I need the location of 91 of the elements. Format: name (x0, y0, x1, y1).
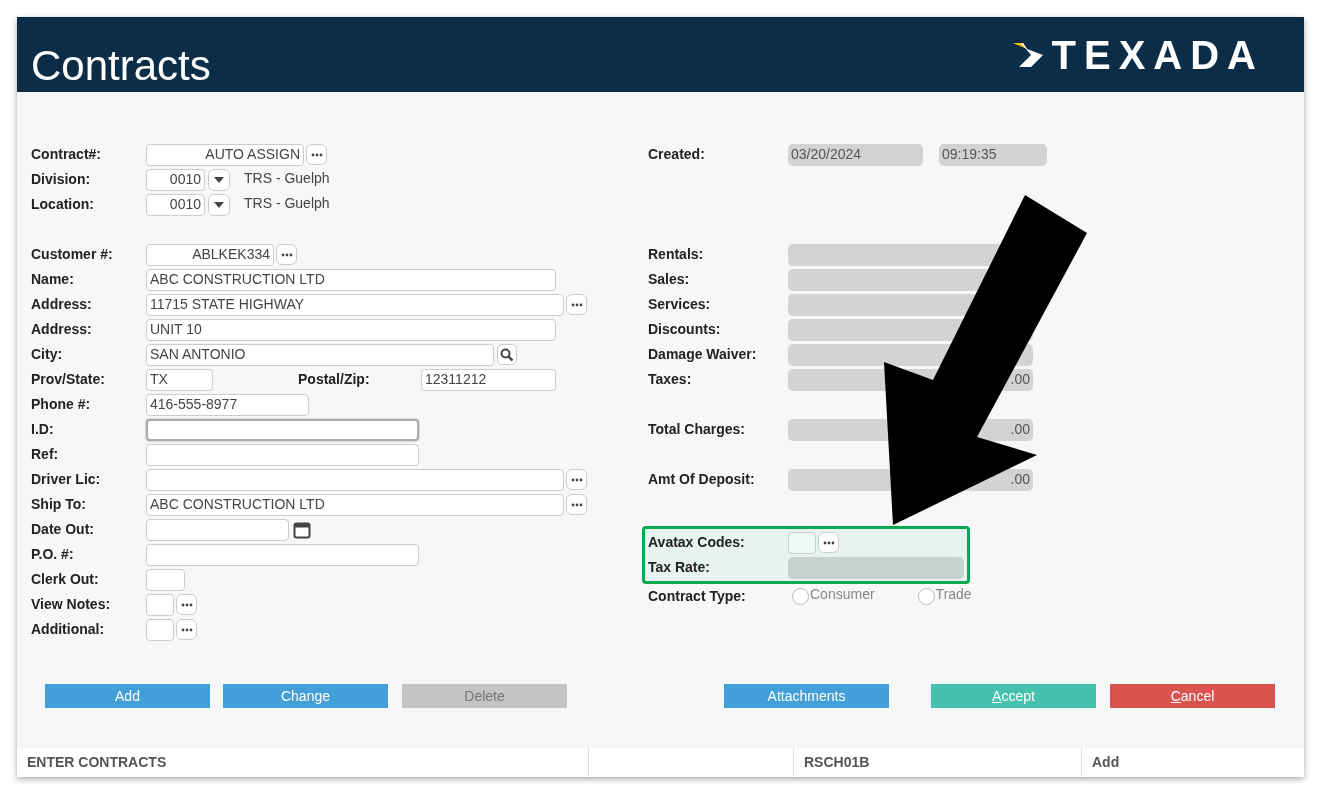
readonly-field: 03/20/2024 (788, 143, 923, 166)
field-label: Customer #: (31, 245, 114, 264)
input-field[interactable] (146, 618, 174, 641)
field-label: Contract#: (31, 145, 102, 164)
input-field[interactable] (146, 418, 419, 441)
field-label: Date Out: (31, 520, 95, 539)
calendar-icon (293, 520, 311, 539)
field-label: Sales: (648, 270, 691, 289)
input-field[interactable] (146, 518, 289, 541)
field-label: View Notes: (31, 595, 112, 614)
field-label: Address: (31, 295, 93, 314)
input-field[interactable] (146, 568, 185, 591)
input-field[interactable] (146, 443, 419, 466)
field-label: Avatax Codes: (648, 533, 746, 552)
field-label: Location: (31, 195, 95, 214)
search-button[interactable] (497, 344, 517, 365)
field-label: Amt Of Deposit: (648, 470, 756, 489)
input-field[interactable] (146, 543, 419, 566)
more-button[interactable] (306, 144, 327, 165)
radio-label: Trade (935, 585, 972, 604)
field-label: City: (31, 345, 64, 364)
dropdown-button[interactable] (208, 168, 230, 191)
field-label: Postal/Zip: (298, 370, 371, 389)
field-label: Damage Waiver: (648, 345, 758, 364)
field-label: Division: (31, 170, 92, 189)
more-button[interactable] (176, 619, 197, 640)
field-label: Contract Type: (648, 587, 747, 606)
input-field[interactable]: 12311212 (421, 368, 556, 391)
input-field[interactable]: ABC CONSTRUCTION LTD (146, 493, 564, 516)
more-button[interactable] (176, 594, 197, 615)
field-label: Created: (648, 145, 706, 164)
field-label: I.D: (31, 420, 55, 439)
action-button[interactable]: Cancel (1110, 684, 1275, 708)
field-label: Address: (31, 320, 93, 339)
field-label: Ref: (31, 445, 60, 464)
field-label: Prov/State: (31, 370, 106, 389)
more-button[interactable] (276, 244, 297, 265)
dots-icon (570, 502, 583, 507)
logo-chevron-icon (1011, 40, 1044, 69)
dropdown-button[interactable] (208, 193, 230, 216)
description-text: TRS - Guelph (244, 194, 330, 213)
input-field[interactable]: ABC CONSTRUCTION LTD (146, 268, 556, 291)
field-label: P.O. #: (31, 545, 75, 564)
more-button[interactable] (566, 494, 587, 515)
field-label: Tax Rate: (648, 558, 711, 577)
input-field[interactable]: TX (146, 368, 213, 391)
field-label: Additional: (31, 620, 106, 639)
dots-icon (822, 540, 835, 545)
more-button[interactable] (566, 469, 587, 490)
input-field[interactable]: SAN ANTONIO (146, 343, 494, 366)
dots-icon (310, 152, 323, 157)
field-label: Ship To: (31, 495, 87, 514)
logo-text: TEXADA (1051, 34, 1264, 75)
input-field[interactable]: UNIT 10 (146, 318, 556, 341)
dots-icon (570, 302, 583, 307)
dots-icon (180, 627, 193, 632)
description-text: TRS - Guelph (244, 169, 330, 188)
radio-button[interactable] (917, 588, 935, 605)
dots-icon (570, 477, 583, 482)
field-label: Total Charges: (648, 420, 746, 439)
radio-label: Consumer (810, 585, 875, 604)
field-label: Phone #: (31, 395, 92, 414)
status-text: ENTER CONTRACTS (27, 753, 167, 772)
input-field[interactable]: 0010 (146, 193, 205, 216)
more-button[interactable] (818, 532, 839, 553)
readonly-field: 09:19:35 (939, 143, 1047, 166)
caret-icon (214, 201, 224, 208)
more-button[interactable] (566, 294, 587, 315)
status-text: RSCH01B (804, 753, 870, 772)
field-label: Discounts: (648, 320, 722, 339)
caret-icon (214, 176, 224, 183)
input-field[interactable] (146, 593, 174, 616)
dots-icon (280, 252, 293, 257)
input-field[interactable]: 0010 (146, 168, 205, 191)
status-text: Add (1092, 753, 1120, 772)
page-title: Contracts (31, 42, 211, 91)
field-label: Rentals: (648, 245, 705, 264)
field-label: Taxes: (648, 370, 693, 389)
dots-icon (180, 602, 193, 607)
input-field[interactable]: 11715 STATE HIGHWAY (146, 293, 564, 316)
field-label: Services: (648, 295, 712, 314)
input-field[interactable]: ABLKEK334 (146, 243, 274, 266)
field-label: Name: (31, 270, 75, 289)
search-icon (500, 347, 514, 362)
input-field[interactable] (788, 531, 816, 554)
field-label: Clerk Out: (31, 570, 100, 589)
radio-button[interactable] (792, 588, 809, 605)
input-field[interactable] (146, 468, 564, 491)
field-label: Driver Lic: (31, 470, 102, 489)
input-field[interactable]: AUTO ASSIGN (146, 143, 304, 166)
input-field[interactable]: 416-555-8977 (146, 393, 309, 416)
